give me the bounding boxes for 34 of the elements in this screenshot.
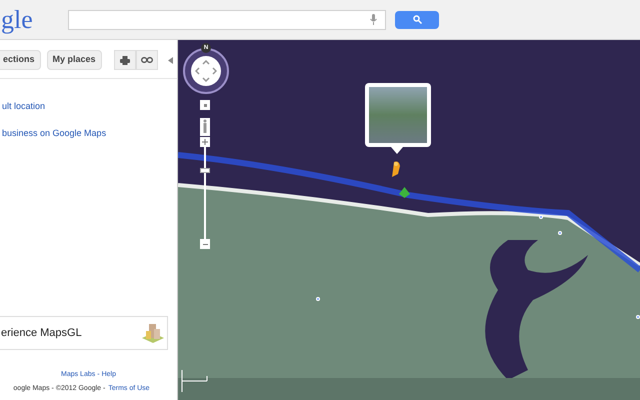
buildings-icon	[141, 322, 165, 344]
pegman-icon[interactable]	[200, 118, 210, 136]
toolbar-button[interactable]: ections	[0, 50, 41, 70]
toolbar-button[interactable]: My places	[46, 50, 102, 70]
panel-link[interactable]: ult location	[2, 100, 177, 114]
pegman-marker-icon[interactable]	[390, 160, 402, 178]
plus-icon	[202, 139, 208, 145]
reset-button[interactable]	[200, 100, 210, 110]
photo-placeholder	[369, 87, 427, 143]
route-point	[316, 297, 320, 301]
zoom-slider-handle[interactable]	[200, 168, 210, 173]
popup-pointer-icon	[391, 147, 403, 154]
microphone-icon[interactable]	[370, 14, 377, 25]
route-point	[636, 315, 640, 319]
print-button[interactable]	[114, 50, 136, 70]
link-icon	[141, 57, 153, 63]
route-point	[539, 215, 543, 219]
tree-marker-icon	[398, 187, 411, 198]
zoom-out-button[interactable]	[200, 239, 210, 249]
link-button[interactable]	[136, 50, 158, 70]
logo[interactable]: gle	[0, 6, 68, 32]
scale-bar-icon	[181, 370, 209, 392]
mapsgl-promo-card[interactable]: erience MapsGL	[0, 316, 168, 350]
panel-link[interactable]: business on Google Maps	[2, 126, 177, 140]
zoom-in-button[interactable]	[200, 137, 210, 147]
promo-text: erience MapsGL	[1, 326, 83, 341]
direction-arrows-icon	[195, 60, 217, 82]
search-icon	[412, 15, 422, 24]
street-view-popup[interactable]	[365, 83, 431, 147]
collapse-arrow-icon[interactable]	[168, 56, 173, 64]
search-field[interactable]	[68, 10, 386, 30]
search-button[interactable]	[395, 10, 439, 28]
pan-control[interactable]	[183, 48, 229, 94]
route-point	[558, 231, 562, 235]
